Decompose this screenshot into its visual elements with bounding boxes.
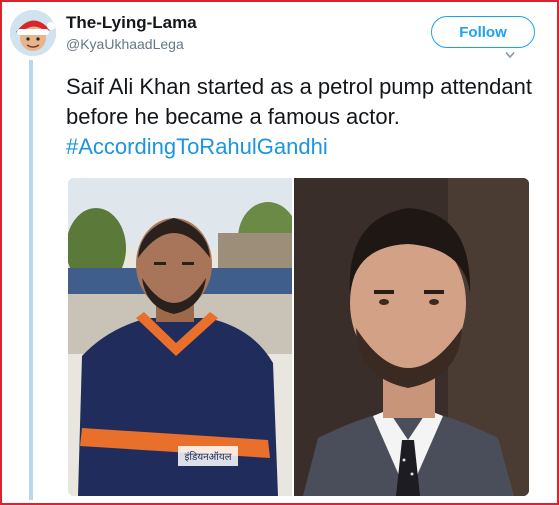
thread-line <box>29 60 33 500</box>
tweet-body: Saif Ali Khan started as a petrol pump a… <box>66 74 532 129</box>
avatar-santa-hat <box>10 10 56 56</box>
display-name[interactable]: The-Lying-Lama <box>66 13 197 33</box>
user-handle[interactable]: @KyaUkhaadLega <box>66 36 184 52</box>
tweet-media[interactable]: इंडियनऑयल <box>68 178 529 496</box>
right-photo <box>293 178 529 496</box>
hashtag-link[interactable]: #AccordingToRahulGandhi <box>66 134 328 159</box>
tweet-text: Saif Ali Khan started as a petrol pump a… <box>66 72 546 162</box>
left-photo: इंडियनऑयल <box>68 178 298 496</box>
follow-button[interactable]: Follow <box>431 16 535 48</box>
chevron-down-icon[interactable] <box>505 51 515 59</box>
shirt-logo-text: इंडियनऑयल <box>184 451 231 463</box>
avatar[interactable] <box>10 10 56 56</box>
